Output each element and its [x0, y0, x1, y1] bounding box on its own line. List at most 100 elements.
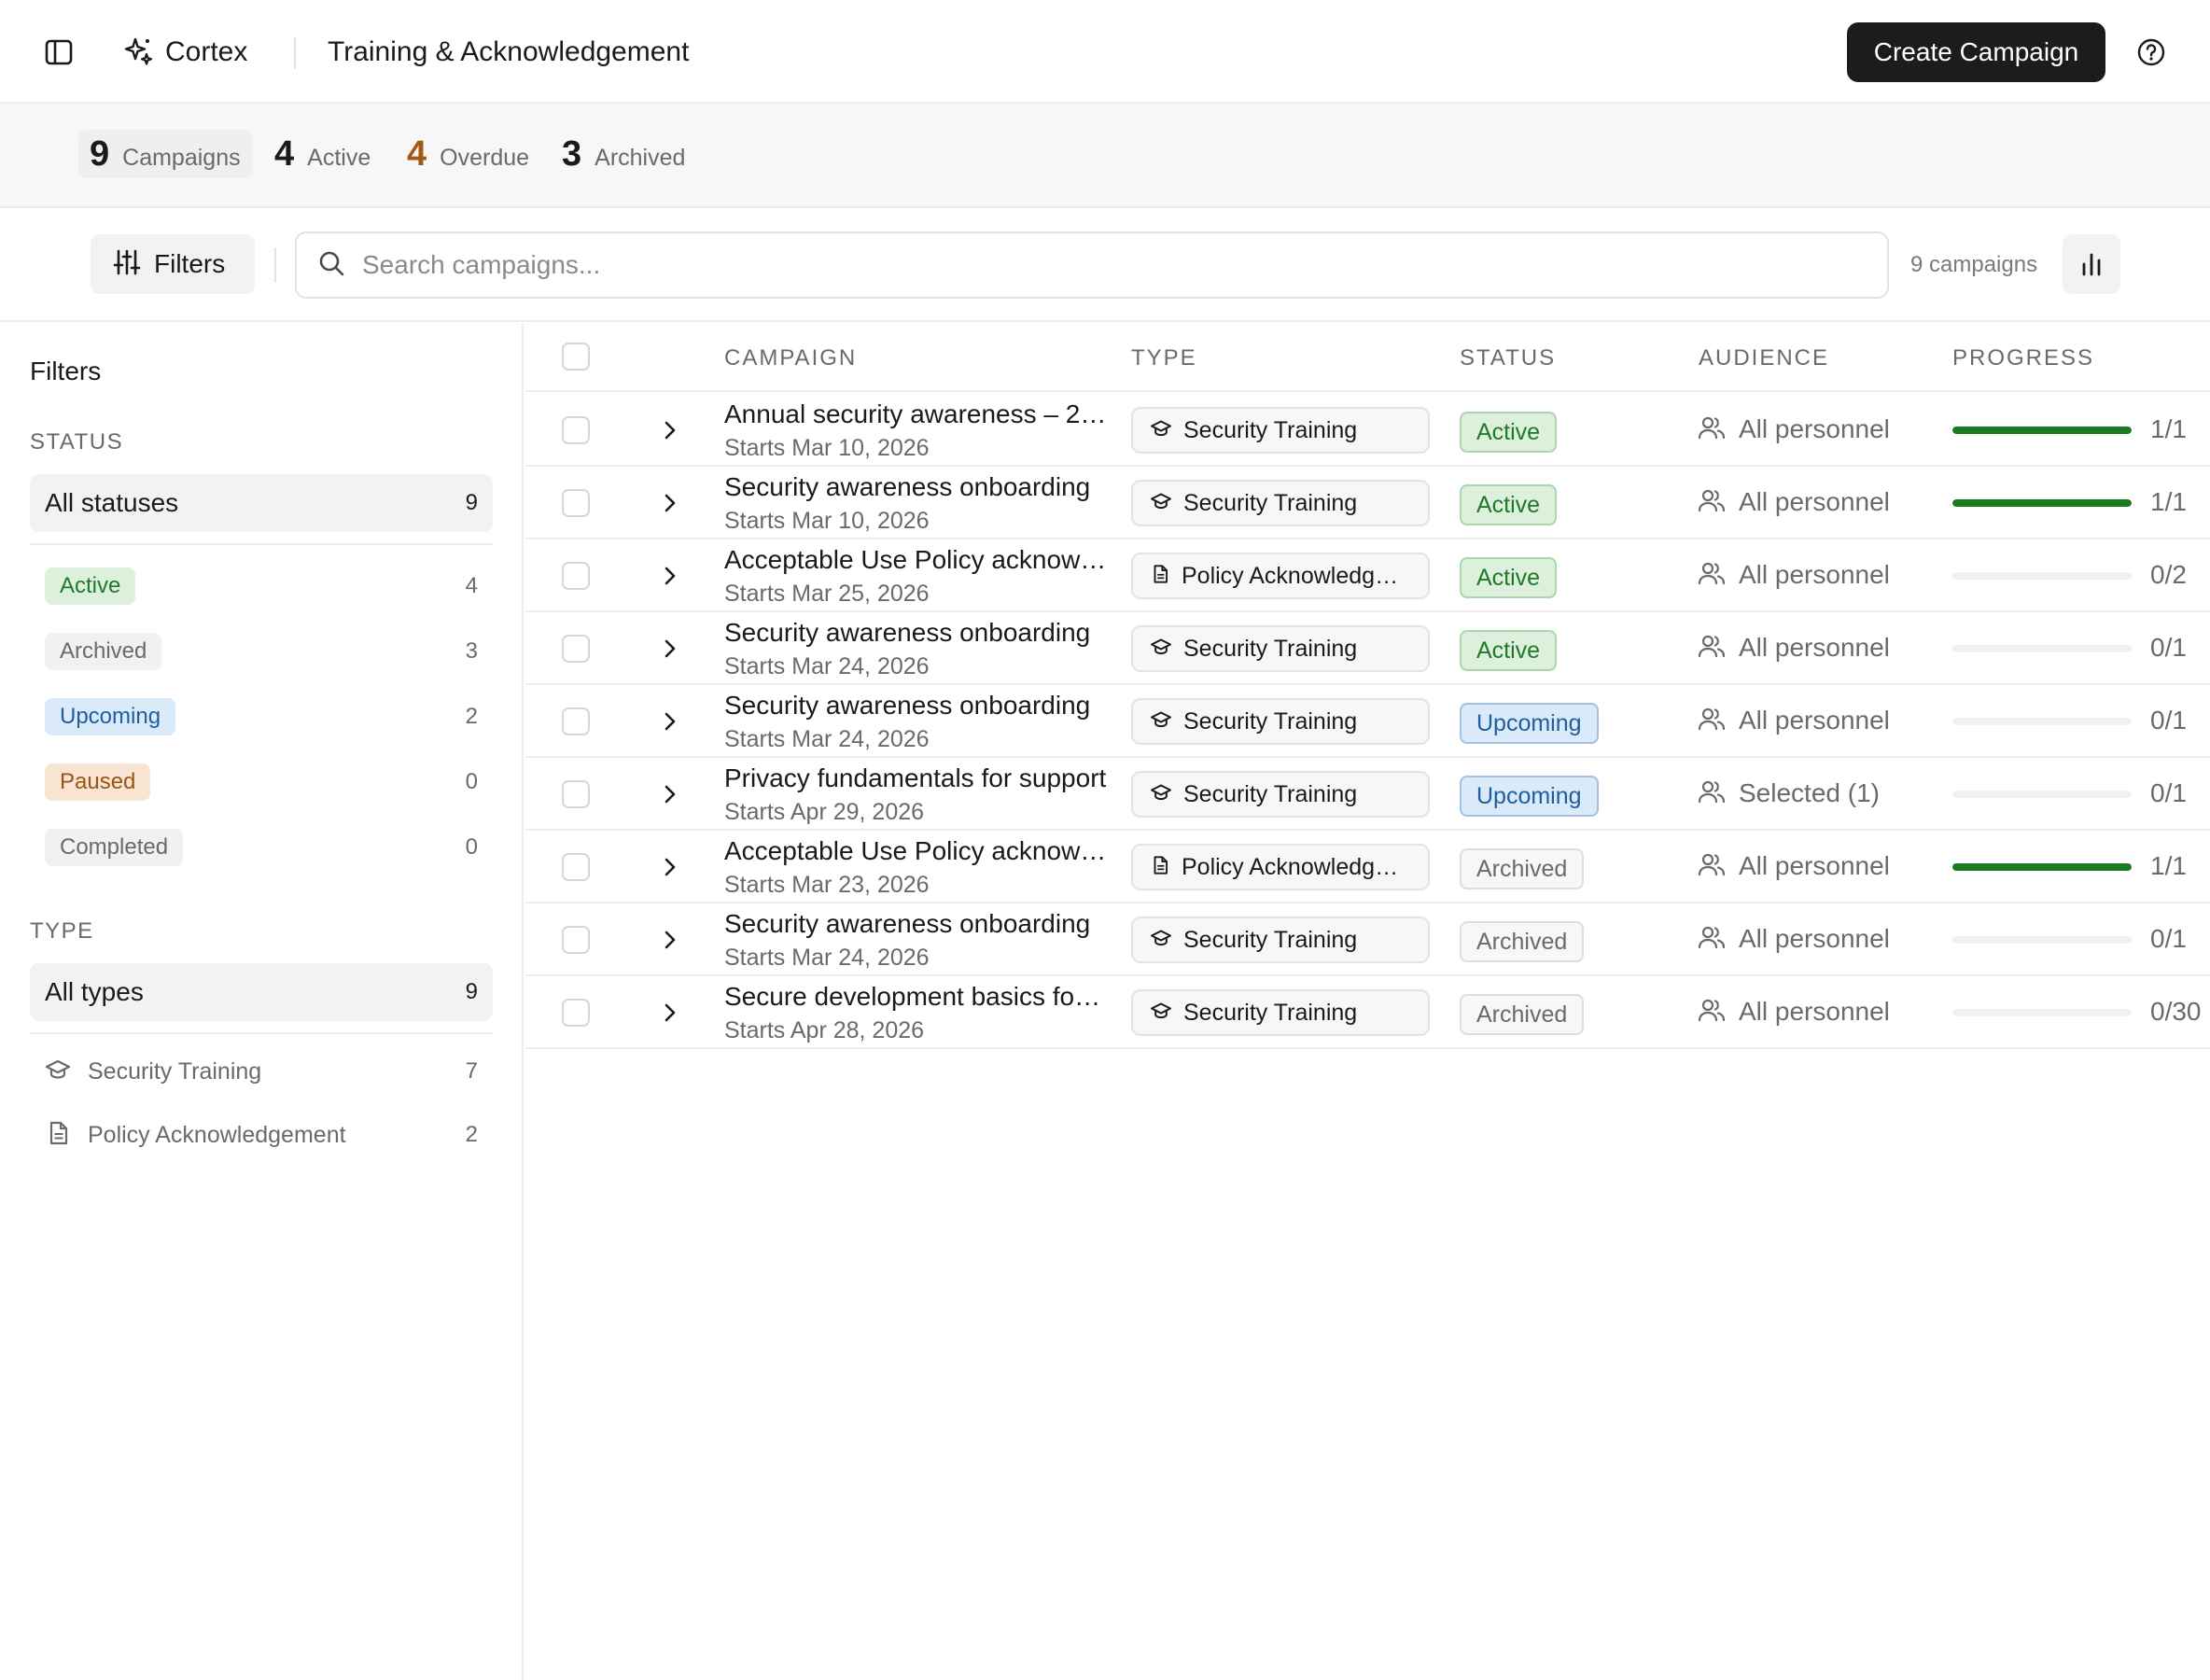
- filter-status-upcoming[interactable]: Upcoming 2: [30, 691, 493, 743]
- result-count: 9 campaigns: [1910, 252, 2038, 277]
- search-input[interactable]: [362, 250, 1855, 280]
- status-section-label: STATUS: [30, 429, 124, 455]
- chevron-right-icon[interactable]: [656, 489, 684, 517]
- row-checkbox[interactable]: [562, 707, 590, 735]
- divider: [30, 1032, 493, 1034]
- stat-value: 3: [562, 134, 582, 174]
- progress-text: 0/30: [2150, 997, 2202, 1026]
- chevron-right-icon[interactable]: [656, 635, 684, 663]
- filter-type-security-training[interactable]: Security Training 7: [30, 1045, 493, 1098]
- campaign-name[interactable]: Security awareness onboarding: [724, 470, 1107, 504]
- row-checkbox[interactable]: [562, 562, 590, 590]
- type-label: Security Training: [1183, 635, 1358, 662]
- sidebar-toggle-icon[interactable]: [41, 35, 77, 69]
- campaign-name[interactable]: Security awareness onboarding: [724, 907, 1107, 941]
- row-checkbox[interactable]: [562, 853, 590, 881]
- campaign-name[interactable]: Annual security awareness – 2026: [724, 398, 1107, 431]
- chevron-right-icon[interactable]: [656, 926, 684, 954]
- table-row[interactable]: Acceptable Use Policy acknowledgement Sta…: [525, 831, 2210, 903]
- table-row[interactable]: Security awareness onboarding Starts Mar …: [525, 903, 2210, 976]
- row-checkbox[interactable]: [562, 999, 590, 1027]
- audience: Selected (1): [1698, 777, 1880, 810]
- select-all-checkbox[interactable]: [562, 343, 590, 371]
- status-badge: Upcoming: [1460, 776, 1599, 817]
- campaign-name[interactable]: Privacy fundamentals for support: [724, 762, 1107, 795]
- campaign-name[interactable]: Security awareness onboarding: [724, 616, 1107, 650]
- filter-status-paused[interactable]: Paused 0: [30, 756, 493, 808]
- graduation-cap-icon: [1150, 492, 1172, 515]
- row-checkbox[interactable]: [562, 635, 590, 663]
- filter-status-archived[interactable]: Archived 3: [30, 625, 493, 678]
- column-header-campaign[interactable]: CAMPAIGN: [724, 343, 857, 373]
- stat-archived[interactable]: 3 Archived: [551, 130, 696, 178]
- campaign-name[interactable]: Acceptable Use Policy acknowledgement: [724, 543, 1107, 577]
- filters-button-label: Filters: [154, 249, 226, 278]
- column-header-progress[interactable]: PROGRESS: [1952, 343, 2094, 373]
- audience-label: All personnel: [1739, 924, 1890, 953]
- stat-label: Archived: [594, 145, 686, 171]
- campaign-name[interactable]: Acceptable Use Policy acknowledgement: [724, 834, 1107, 868]
- chevron-right-icon[interactable]: [656, 416, 684, 444]
- filters-button[interactable]: Filters: [91, 234, 255, 294]
- filter-count: 9: [465, 979, 478, 1004]
- table-row[interactable]: Secure development basics for engineers S…: [525, 976, 2210, 1049]
- progress-text: 1/1: [2150, 851, 2187, 880]
- bar-chart-icon[interactable]: [2063, 234, 2120, 294]
- audience-label: Selected (1): [1739, 778, 1880, 807]
- table-row[interactable]: Annual security awareness – 2026 Starts M…: [525, 394, 2210, 467]
- audience-label: All personnel: [1739, 997, 1890, 1026]
- audience-label: All personnel: [1739, 414, 1890, 443]
- status-badge: Active: [1460, 557, 1558, 598]
- status-chip: Paused: [45, 763, 151, 801]
- progress-text: 0/1: [2150, 924, 2187, 953]
- type-label: Security Training: [1183, 999, 1358, 1026]
- campaign-name[interactable]: Secure development basics for engineers: [724, 980, 1107, 1014]
- graduation-cap-icon: [1150, 783, 1172, 806]
- table-row[interactable]: Acceptable Use Policy acknowledgement Sta…: [525, 539, 2210, 612]
- row-checkbox[interactable]: [562, 780, 590, 808]
- filter-status-active[interactable]: Active 4: [30, 560, 493, 612]
- users-icon: [1698, 706, 1726, 736]
- create-campaign-button[interactable]: Create Campaign: [1847, 22, 2105, 82]
- chevron-right-icon[interactable]: [656, 780, 684, 808]
- users-icon: [1698, 924, 1726, 955]
- table-row[interactable]: Security awareness onboarding Starts Mar …: [525, 685, 2210, 758]
- chevron-right-icon[interactable]: [656, 999, 684, 1027]
- filter-status-completed[interactable]: Completed 0: [30, 821, 493, 874]
- row-checkbox[interactable]: [562, 489, 590, 517]
- table-row[interactable]: Security awareness onboarding Starts Mar …: [525, 612, 2210, 685]
- row-checkbox[interactable]: [562, 926, 590, 954]
- search-box: [295, 231, 1889, 299]
- stat-active[interactable]: 4 Active: [263, 130, 382, 178]
- help-icon[interactable]: [2134, 35, 2168, 69]
- chevron-right-icon[interactable]: [656, 562, 684, 590]
- filter-all-types[interactable]: All types 9: [30, 963, 493, 1021]
- table-row[interactable]: Security awareness onboarding Starts Mar …: [525, 467, 2210, 539]
- stat-campaigns[interactable]: 9 Campaigns: [78, 130, 252, 178]
- filter-count: 3: [465, 638, 478, 664]
- audience-label: All personnel: [1739, 487, 1890, 516]
- column-header-type[interactable]: TYPE: [1131, 343, 1197, 373]
- filter-sidebar: Filters STATUS All statuses 9 Active 4 A…: [0, 323, 524, 1680]
- header-divider: [294, 37, 296, 69]
- chevron-right-icon[interactable]: [656, 707, 684, 735]
- filter-type-policy-acknowledgement[interactable]: Policy Acknowledgement 2: [30, 1109, 493, 1161]
- status-badge: Active: [1460, 484, 1558, 525]
- filter-all-statuses[interactable]: All statuses 9: [30, 474, 493, 532]
- stat-value: 9: [90, 134, 110, 174]
- progress-bar: [1952, 499, 2132, 507]
- audience-label: All personnel: [1739, 706, 1890, 735]
- users-icon: [1698, 778, 1726, 809]
- table-row[interactable]: Privacy fundamentals for support Starts A…: [525, 758, 2210, 831]
- row-checkbox[interactable]: [562, 416, 590, 444]
- column-header-status[interactable]: STATUS: [1460, 343, 1556, 373]
- chevron-right-icon[interactable]: [656, 853, 684, 881]
- stats-strip: 9 Campaigns 4 Active 4 Overdue 3 Archive…: [0, 104, 2210, 208]
- status-badge: Archived: [1460, 921, 1585, 962]
- users-icon: [1698, 414, 1726, 445]
- status-chip: Archived: [45, 633, 162, 670]
- stat-overdue[interactable]: 4 Overdue: [396, 130, 540, 178]
- status-badge: Archived: [1460, 994, 1585, 1035]
- column-header-audience[interactable]: AUDIENCE: [1699, 343, 1829, 373]
- campaign-name[interactable]: Security awareness onboarding: [724, 689, 1107, 722]
